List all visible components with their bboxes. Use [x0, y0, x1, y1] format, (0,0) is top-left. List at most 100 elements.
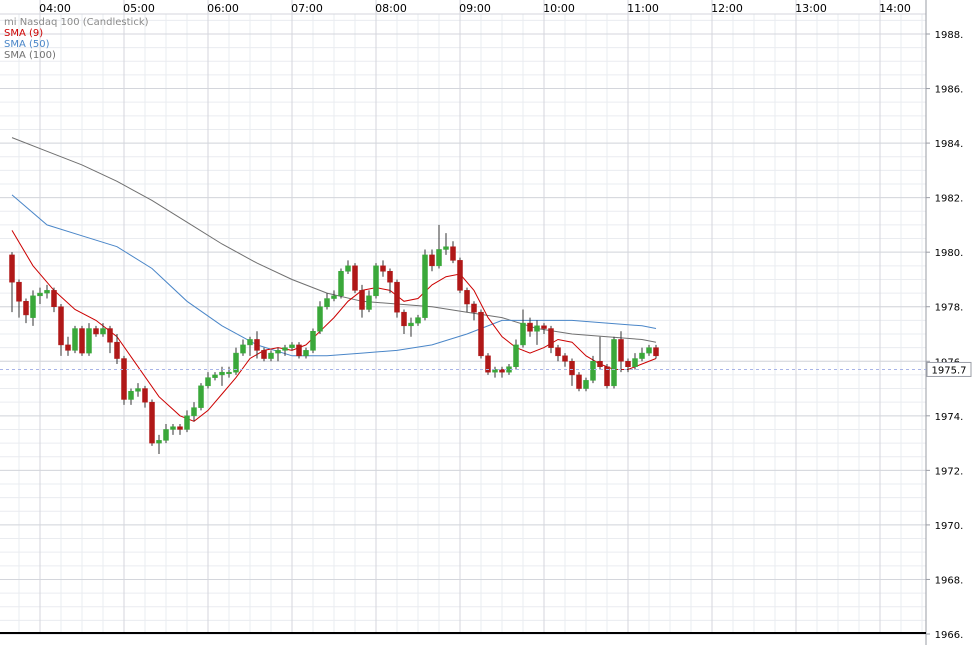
candle-body-up [310, 331, 316, 351]
y-tick-label: 1966. [935, 630, 964, 641]
candle-body-up [170, 426, 176, 430]
candle-body-up [345, 265, 351, 272]
candle-body-down [51, 290, 57, 307]
y-tick-label: 1988. [935, 30, 964, 41]
candle-body-up [366, 295, 372, 310]
candle-body-up [205, 377, 211, 387]
candle-body-up [282, 347, 288, 351]
candle-body-down [597, 361, 603, 367]
candle-body-down [450, 246, 456, 261]
candle-body-down [394, 281, 400, 313]
candle-body-down [296, 344, 302, 357]
candle-body-up [639, 352, 645, 359]
candle-body-up [86, 328, 92, 354]
candle-body-down [548, 328, 554, 348]
candle-body-down [177, 426, 183, 430]
candle-body-down [114, 341, 120, 359]
y-tick-label: 1986. [935, 85, 964, 96]
candle-body-up [219, 371, 225, 376]
x-tick-label: 05:00 [123, 2, 155, 15]
candle-body-down [149, 401, 155, 444]
candle-body-up [37, 292, 43, 297]
candle-body-up [191, 407, 197, 417]
candle [576, 372, 582, 392]
candle-body-down [9, 254, 15, 283]
candle-body-up [331, 295, 337, 299]
x-tick-label: 13:00 [795, 2, 827, 15]
y-tick-label: 1978. [935, 303, 964, 314]
candle-body-down [121, 358, 127, 400]
candle [373, 263, 379, 299]
candle-body-up [632, 358, 638, 367]
candle-body-up [30, 295, 36, 318]
y-tick-label: 1974. [935, 412, 964, 423]
candle [604, 364, 610, 389]
candle-body-up [324, 298, 330, 307]
candle [352, 263, 358, 294]
candle-body-down [471, 303, 477, 313]
candle-body-down [555, 347, 561, 357]
candle-body-up [100, 328, 106, 335]
candle-body-up [72, 328, 78, 351]
y-axis: 1988.1986.1984.1982.1980.1978.1976.1974.… [926, 30, 963, 641]
candle-body-up [303, 350, 309, 357]
candle-body-up [415, 317, 421, 324]
candle-body-up [135, 388, 141, 392]
candle-body-down [569, 361, 575, 376]
legend-sma9: SMA (9) [4, 28, 43, 39]
candle [198, 383, 204, 411]
chart-container: 04:00 05:00 06:00 07:00 08:00 09:00 10:00 11:00… [0, 0, 977, 645]
candle [394, 279, 400, 318]
candle [72, 325, 78, 354]
candle-body-down [541, 325, 547, 329]
candle-body-down [653, 347, 659, 357]
candle-body-up [226, 371, 232, 374]
candle [457, 257, 463, 294]
candle-body-down [576, 374, 582, 389]
candle-body-up [422, 254, 428, 318]
candle-body-up [275, 350, 281, 354]
y-tick-label: 1972. [935, 466, 964, 477]
candle-body-down [16, 281, 22, 302]
candle-body-down [380, 265, 386, 272]
candle-body-down [261, 350, 267, 359]
candle [121, 355, 127, 405]
legend-sma50: SMA (50) [4, 39, 50, 50]
candle-body-up [268, 352, 274, 359]
last-price-label: 1975.7 [932, 365, 967, 376]
x-tick-label: 06:00 [207, 2, 239, 15]
candle-body-down [618, 339, 624, 362]
candle [611, 336, 617, 389]
candle [310, 328, 316, 354]
candle-body-down [359, 290, 365, 310]
candle-body-up [289, 344, 295, 348]
candle-body-up [534, 325, 540, 332]
candle-body-down [107, 328, 113, 343]
candle-body-down [58, 306, 64, 346]
candle [149, 399, 155, 446]
candle-body-down [562, 355, 568, 362]
candle-body-down [254, 339, 260, 351]
candle-body-down [93, 328, 99, 335]
candle-body-up [373, 265, 379, 297]
x-tick-label: 11:00 [627, 2, 659, 15]
candle [422, 249, 428, 321]
candle-body-up [44, 290, 50, 294]
candle-body-down [625, 361, 631, 367]
candle-body-up [184, 415, 190, 430]
candle-body-down [65, 344, 71, 351]
candle-body-up [520, 322, 526, 346]
legend-sma100: SMA (100) [4, 50, 56, 61]
x-tick-label: 10:00 [543, 2, 575, 15]
candlestick-chart: 04:00 05:00 06:00 07:00 08:00 09:00 10:00 11:00… [0, 0, 972, 645]
candle-body-down [527, 322, 533, 332]
candle-body-down [23, 301, 29, 316]
candle-body-up [212, 374, 218, 378]
candle-body-down [401, 311, 407, 327]
candle-body-up [317, 306, 323, 332]
candle [338, 268, 344, 299]
candle-body-down [352, 265, 358, 291]
candle-body-down [387, 271, 393, 283]
plot-background [0, 0, 926, 645]
candle-body-down [79, 328, 85, 354]
